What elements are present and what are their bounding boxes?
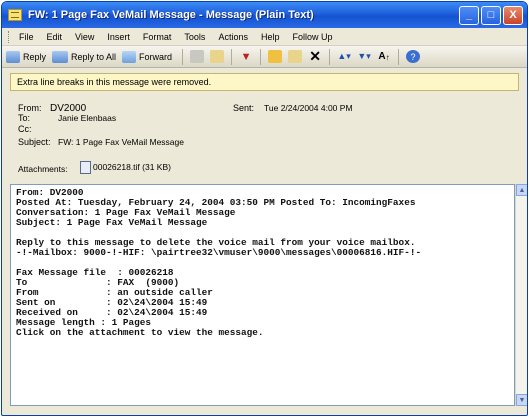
- menu-tools[interactable]: Tools: [184, 32, 205, 42]
- help-icon[interactable]: ?: [406, 50, 421, 63]
- scroll-down-icon[interactable]: ▼: [516, 394, 527, 406]
- message-window: FW: 1 Page Fax VeMail Message - Message …: [1, 1, 528, 416]
- maximize-button[interactable]: □: [481, 5, 501, 25]
- menu-actions[interactable]: Actions: [218, 32, 248, 42]
- vertical-scrollbar[interactable]: ▲ ▼: [515, 184, 527, 406]
- minimize-button[interactable]: _: [459, 5, 479, 25]
- previous-icon[interactable]: ▲▾: [337, 50, 351, 63]
- menu-help[interactable]: Help: [261, 32, 280, 42]
- sent-label: Sent:: [233, 103, 255, 113]
- print-icon[interactable]: [190, 50, 205, 63]
- subject-label: Subject:: [18, 137, 51, 147]
- menu-format[interactable]: Format: [143, 32, 172, 42]
- menu-file[interactable]: File: [19, 32, 34, 42]
- forward-button[interactable]: Forward: [122, 50, 173, 63]
- toolbar-separator: [231, 48, 233, 65]
- close-button[interactable]: X: [503, 5, 523, 25]
- reply-label: Reply: [23, 51, 47, 62]
- categories-icon[interactable]: [268, 50, 283, 63]
- forward-icon: [122, 50, 137, 63]
- message-icon: [8, 9, 22, 21]
- menu-bar: File Edit View Insert Format Tools Actio…: [2, 28, 527, 46]
- menu-follow-up[interactable]: Follow Up: [292, 32, 332, 42]
- reply-all-label: Reply to All: [71, 51, 117, 62]
- title-bar[interactable]: FW: 1 Page Fax VeMail Message - Message …: [2, 2, 527, 28]
- scroll-up-icon[interactable]: ▲: [516, 184, 527, 196]
- from-label: From:: [18, 103, 42, 113]
- flag-icon[interactable]: ▼: [239, 50, 253, 63]
- attachment-file-icon: [80, 161, 91, 174]
- to-value[interactable]: Janie Elenbaas: [58, 113, 116, 123]
- attachment-item[interactable]: 00026218.tif (31 KB): [80, 161, 171, 174]
- attachments-label: Attachments:: [18, 164, 68, 174]
- standard-toolbar: Reply Reply to All Forward ▼ ✕ ▲▾ ▼▾ A ↑ …: [2, 46, 527, 68]
- reply-all-button[interactable]: Reply to All: [52, 50, 117, 63]
- subject-value: FW: 1 Page Fax VeMail Message: [58, 137, 184, 147]
- menu-edit[interactable]: Edit: [47, 32, 63, 42]
- contacts-icon[interactable]: [288, 50, 303, 63]
- cc-label: Cc:: [18, 124, 32, 134]
- body-line: Click on the attachment to view the mess…: [16, 327, 264, 338]
- menu-view[interactable]: View: [75, 32, 94, 42]
- sent-value: Tue 2/24/2004 4:00 PM: [264, 103, 353, 113]
- toolbar-separator: [398, 48, 400, 65]
- attachment-name: 00026218.tif (31 KB): [93, 161, 171, 172]
- delete-icon[interactable]: ✕: [308, 48, 322, 64]
- reply-icon: [6, 50, 20, 63]
- toolbar-separator: [260, 48, 262, 65]
- forward-label: Forward: [139, 51, 173, 62]
- window-title: FW: 1 Page Fax VeMail Message - Message …: [28, 9, 314, 21]
- info-bar[interactable]: Extra line breaks in this message were r…: [10, 73, 519, 91]
- body-line: Subject: 1 Page Fax VeMail Message: [16, 217, 208, 228]
- menu-grip: [8, 30, 11, 43]
- next-icon[interactable]: ▼▾: [357, 50, 371, 63]
- message-body[interactable]: From: DV2000 Posted At: Tuesday, Februar…: [10, 184, 515, 406]
- message-header: From: DV2000 To: Janie Elenbaas Cc: Subj…: [2, 91, 527, 196]
- to-label: To:: [18, 113, 31, 123]
- reply-all-icon: [52, 50, 69, 63]
- menu-insert[interactable]: Insert: [107, 32, 130, 42]
- toolbar-separator: [329, 48, 331, 65]
- reply-button[interactable]: Reply: [6, 50, 47, 63]
- toolbar-separator: [182, 48, 184, 65]
- font-size-icon[interactable]: A ↑: [377, 50, 391, 63]
- body-line: -!-Mailbox: 9000-!-HIF: \pairtree32\vmus…: [16, 247, 422, 258]
- move-icon[interactable]: [210, 50, 225, 63]
